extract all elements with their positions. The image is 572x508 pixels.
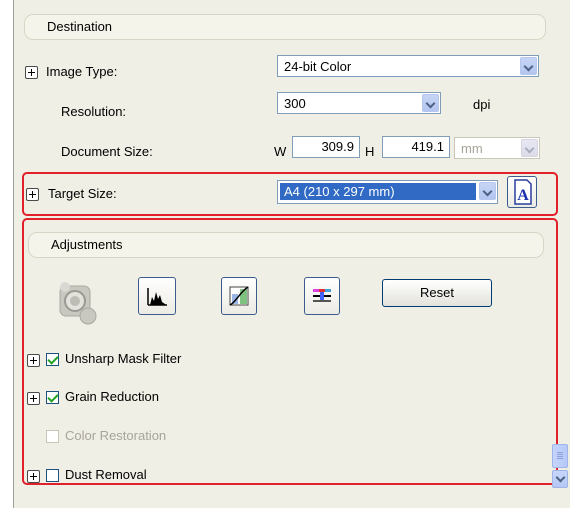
image-type-expand-icon[interactable] [25, 66, 38, 79]
width-field[interactable]: 309.9 [292, 136, 360, 158]
svg-text:A: A [517, 187, 529, 204]
grain-reduction-label: Grain Reduction [65, 389, 159, 404]
chevron-down-icon[interactable] [422, 94, 439, 112]
unit-select: mm [454, 137, 540, 159]
target-size-expand-icon[interactable] [26, 188, 39, 201]
grain-reduction-expand-icon[interactable] [27, 392, 40, 405]
adjustments-header: Adjustments [28, 232, 544, 258]
chevron-down-icon[interactable] [479, 182, 496, 200]
dust-removal-checkbox[interactable] [46, 469, 59, 482]
resolution-select[interactable]: 300 [277, 92, 441, 114]
color-palette-icon[interactable] [304, 277, 340, 315]
resolution-value: 300 [284, 96, 306, 111]
chevron-down-icon[interactable] [520, 57, 537, 75]
resolution-label: Resolution: [61, 104, 127, 119]
histogram-icon[interactable] [138, 277, 176, 315]
unsharp-mask-expand-icon[interactable] [27, 354, 40, 367]
destination-header: Destination [24, 14, 546, 40]
unsharp-mask-checkbox[interactable] [46, 353, 59, 366]
color-restoration-label: Color Restoration [65, 428, 167, 443]
image-type-label: Image Type: [46, 64, 118, 79]
grain-reduction-checkbox[interactable] [46, 391, 59, 404]
height-field[interactable]: 419.1 [382, 136, 450, 158]
chevron-down-icon [555, 472, 566, 483]
tone-correction-icon[interactable] [221, 277, 257, 315]
target-size-label: Target Size: [48, 186, 117, 201]
target-size-select[interactable]: A4 (210 x 297 mm) [277, 180, 498, 204]
target-size-value: A4 (210 x 297 mm) [279, 182, 477, 201]
destination-title: Destination [47, 19, 113, 34]
settings-panel: Destination Image Type: 24-bit Color Res… [13, 0, 570, 508]
dust-removal-label: Dust Removal [65, 467, 147, 482]
scrollbar-thumb[interactable] [552, 444, 568, 468]
auto-exposure-icon [56, 280, 100, 330]
unsharp-mask-label: Unsharp Mask Filter [65, 351, 182, 366]
document-size-label: Document Size: [61, 144, 153, 159]
dust-removal-expand-icon[interactable] [27, 470, 40, 483]
color-restoration-checkbox [46, 430, 59, 443]
reset-button[interactable]: Reset [382, 279, 492, 307]
reset-label: Reset [420, 285, 454, 300]
scroll-down-button[interactable] [552, 470, 568, 488]
image-type-select[interactable]: 24-bit Color [277, 55, 539, 77]
adjustments-title: Adjustments [51, 237, 123, 252]
width-label: W [274, 144, 287, 159]
chevron-down-icon [521, 139, 538, 157]
unit-value: mm [461, 141, 483, 156]
resolution-unit: dpi [473, 97, 491, 112]
orientation-a-icon[interactable]: A [507, 176, 537, 208]
height-label: H [365, 144, 375, 159]
image-type-value: 24-bit Color [284, 59, 352, 74]
orientation-a-glyph: A [514, 179, 532, 205]
